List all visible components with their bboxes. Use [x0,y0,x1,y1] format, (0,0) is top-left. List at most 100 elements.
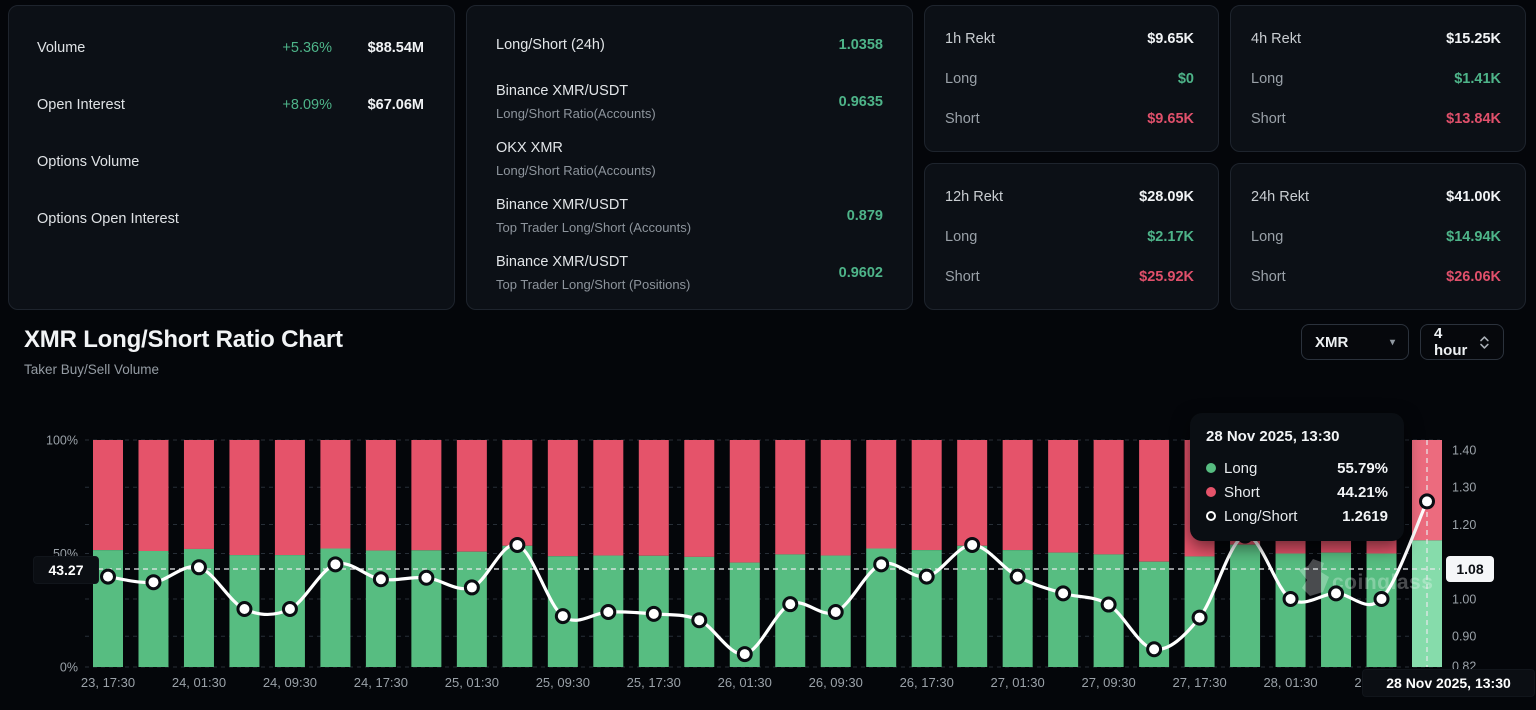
bar-long[interactable] [1048,553,1078,667]
ratio-label-sub: Long/Short Ratio(Accounts) [496,104,656,123]
bar-long[interactable] [548,556,578,667]
ratio-row[interactable]: Binance XMR/USDTTop Trader Long/Short (P… [496,251,883,295]
bar-long[interactable] [639,556,669,667]
line-dot [784,598,797,611]
chart-header: XMR Long/Short Ratio Chart Taker Buy/Sel… [0,310,1536,380]
bar-short[interactable] [366,440,396,551]
bar-short[interactable] [320,440,350,549]
ratio-row[interactable]: OKX XMR Long/Short Ratio(Accounts) [496,137,883,181]
bar-long[interactable] [1321,553,1351,667]
interval-select[interactable]: 4 hour [1420,324,1504,360]
x-axis-tick: 24, 01:30 [172,675,226,690]
line-dot [1011,570,1024,583]
bar-short[interactable] [1003,440,1033,550]
rekt-long-value: $14.94K [1446,229,1501,245]
x-axis-tick: 25, 17:30 [627,675,681,690]
bar-long[interactable] [821,556,851,667]
series-dot-icon [1206,463,1216,473]
bar-long[interactable] [912,550,942,667]
bar-short[interactable] [1094,440,1124,554]
bar-long[interactable] [593,556,623,667]
bar-short[interactable] [502,440,532,546]
bar-long[interactable] [730,563,760,667]
line-dot [465,581,478,594]
bar-short[interactable] [184,440,214,549]
bar-long[interactable] [502,546,532,667]
ratio-value: 0.9635 [839,94,883,110]
stat-label: Options Open Interest [37,211,227,227]
line-dot [1057,587,1070,600]
line-dot [829,606,842,619]
ratio-row[interactable]: Binance XMR/USDTTop Trader Long/Short (A… [496,194,883,238]
bar-long[interactable] [411,550,441,667]
ratio-row[interactable]: Binance XMR/USDT Long/Short Ratio(Account… [496,80,883,124]
bar-short[interactable] [411,440,441,550]
bar-long[interactable] [1276,554,1306,668]
bar-long[interactable] [1230,545,1260,667]
bar-long[interactable] [457,552,487,667]
bar-short[interactable] [1048,440,1078,553]
line-dot [374,573,387,586]
bar-short[interactable] [639,440,669,556]
bar-long[interactable] [184,549,214,667]
bar-short[interactable] [229,440,259,555]
coinglass-logo-icon [1299,559,1329,596]
line-dot [738,648,751,661]
bar-long[interactable] [366,551,396,667]
bar-long[interactable] [275,555,305,667]
bar-short[interactable] [593,440,623,556]
stat-change: +8.09% [227,97,332,113]
stat-row[interactable]: Open Interest+8.09%$67.06M [37,93,424,117]
stat-change: +5.36% [227,40,332,56]
bar-short[interactable] [775,440,805,554]
line-dot [556,610,569,623]
bar-long[interactable] [684,557,714,667]
rekt-short-label: Short [945,269,980,285]
bar-long[interactable] [229,555,259,667]
ratio-row[interactable]: Long/Short (24h)1.0358 [496,23,883,67]
ratio-label-sub: Long/Short Ratio(Accounts) [496,161,656,180]
bar-short[interactable] [93,440,123,550]
bar-short[interactable] [866,440,896,549]
rekt-short-value: $9.65K [1147,111,1194,127]
rekt-long-label: Long [1251,229,1283,245]
bar-short[interactable] [275,440,305,555]
rekt-column-left: 1h Rekt$9.65KLong$0Short$9.65K12h Rekt$2… [924,5,1219,310]
bar-short[interactable] [957,440,987,546]
bar-short[interactable] [138,440,168,551]
bar-long[interactable] [1003,550,1033,667]
rekt-total-value: $28.09K [1139,189,1194,205]
bar-long[interactable] [866,549,896,667]
symbol-select[interactable]: XMR ▾ [1301,324,1409,360]
chart-controls: XMR ▾ 4 hour [1301,324,1504,360]
bar-short[interactable] [548,440,578,556]
stat-row[interactable]: Volume+5.36%$88.54M [37,36,424,60]
bar-short[interactable] [457,440,487,552]
bar-long[interactable] [1367,554,1397,668]
ratio-label-main: Binance XMR/USDT [496,82,656,101]
stat-row[interactable]: Options Volume [37,150,424,174]
bar-long[interactable] [1185,556,1215,667]
bar-long[interactable] [320,549,350,667]
bar-long[interactable] [1139,562,1169,667]
bar-long[interactable] [1412,540,1442,667]
ratio-label-main: Binance XMR/USDT [496,253,690,272]
x-axis-tick: 24, 17:30 [354,675,408,690]
bar-short[interactable] [730,440,760,563]
bar-short[interactable] [1412,440,1442,540]
bar-short[interactable] [684,440,714,557]
right-axis-tick: 1.00 [1452,592,1476,606]
bar-short[interactable] [912,440,942,550]
bar-short[interactable] [821,440,851,556]
ratio-label-main: OKX XMR [496,139,656,158]
line-dot [875,558,888,571]
rekt-long-value: $2.17K [1147,229,1194,245]
bar-long[interactable] [957,546,987,667]
ratio-label: Binance XMR/USDT Long/Short Ratio(Account… [496,82,656,123]
stat-row[interactable]: Options Open Interest [37,207,424,231]
bar-short[interactable] [1139,440,1169,562]
bar-long[interactable] [1094,554,1124,667]
bar-long[interactable] [138,551,168,667]
page-title: XMR Long/Short Ratio Chart [24,326,1512,354]
bar-long[interactable] [775,554,805,667]
